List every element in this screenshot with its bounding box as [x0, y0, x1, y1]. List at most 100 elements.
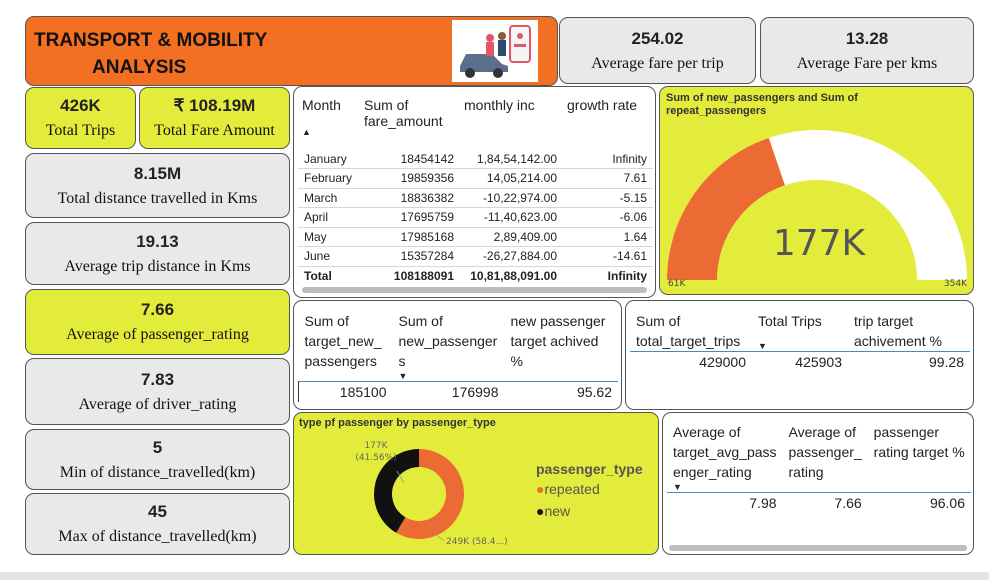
cell-growth: -5.15	[563, 188, 653, 208]
table-row[interactable]: January 18454142 1,84,54,142.00 Infinity	[298, 149, 653, 169]
col-header-label: Average of passenger_ rating	[788, 424, 862, 480]
header-banner: TRANSPORT & MOBILITY ANALYSIS	[25, 16, 558, 86]
kpi-avg-driver-rating[interactable]: 7.83 Average of driver_rating	[25, 358, 290, 425]
cell-total-fare: 108188091	[393, 269, 454, 283]
kpi-value: 7.83	[140, 369, 175, 389]
cell-growth: 1.64	[563, 227, 653, 247]
col-header-sum-fare[interactable]: Sum of fare_amount	[360, 97, 460, 149]
cell-month: June	[298, 246, 360, 267]
cell-fare: 18454142	[360, 149, 460, 169]
kpi-avg-fare-per-km[interactable]: 13.28 Average Fare per kms	[760, 17, 974, 84]
cell-target-rating: 7.98	[749, 495, 777, 511]
table-row[interactable]: February 19859356 14,05,214.00 7.61	[298, 168, 653, 189]
cell-growth: -14.61	[563, 246, 653, 267]
table-row[interactable]: May 17985168 2,89,409.00 1.64	[298, 227, 653, 247]
col-header-passenger-rating[interactable]: Average of passenger_ rating	[783, 422, 868, 493]
kpi-total-trips[interactable]: 426K Total Trips	[25, 87, 136, 149]
col-header-total-trips[interactable]: Total Trips ▼	[752, 311, 848, 352]
passenger-rating-target-table[interactable]: Average of target_avg_pass enger_rating …	[662, 412, 974, 555]
col-header-trip-achievement[interactable]: trip target achivement %	[848, 311, 970, 352]
col-header-new-passenger-achieved[interactable]: new passenger target achived %	[505, 311, 619, 382]
ride-app-illustration	[452, 20, 538, 82]
cell-passenger-rating: 7.66	[834, 495, 862, 511]
horizontal-scrollbar[interactable]	[669, 545, 967, 551]
cell-total-inc: 10,81,88,091.00	[470, 269, 557, 283]
table-row[interactable]: 185100 176998 95.62	[298, 381, 618, 402]
passenger-type-donut-card[interactable]: type pf passenger by passenger_type 177K…	[293, 412, 659, 555]
kpi-min-distance[interactable]: 5 Min of distance_travelled(km)	[25, 429, 290, 490]
col-header-target-new-passengers[interactable]: Sum of target_new_ passengers	[299, 311, 393, 382]
cell-monthly-inc: 2,89,409.00	[460, 227, 563, 247]
kpi-value: 5	[152, 437, 163, 457]
col-header-target-rating[interactable]: Average of target_avg_pass enger_rating …	[667, 422, 783, 493]
trip-target-table[interactable]: Sum of total_target_trips Total Trips ▼ …	[625, 300, 974, 410]
kpi-avg-trip-distance[interactable]: 19.13 Average trip distance in Kms	[25, 222, 290, 285]
col-header-label: passenger rating target %	[873, 424, 965, 460]
kpi-label: Total Fare Amount	[154, 122, 275, 139]
cell-growth: Infinity	[563, 149, 653, 169]
kpi-label: Average Fare per kms	[796, 54, 938, 72]
gauge-min-label: 61K	[668, 279, 686, 289]
legend-title: passenger_type	[536, 461, 643, 477]
col-header-rating-target[interactable]: passenger rating target %	[868, 422, 971, 493]
cell-fare: 15357284	[360, 246, 460, 267]
sort-desc-icon[interactable]: ▼	[758, 341, 842, 351]
kpi-max-distance[interactable]: 45 Max of distance_travelled(km)	[25, 493, 290, 555]
col-header-label: Sum of total_target_trips	[636, 313, 741, 349]
donut-label-new-value: 177K (41.56%)	[355, 441, 396, 463]
kpi-avg-fare-per-trip[interactable]: 254.02 Average fare per trip	[559, 17, 756, 84]
dashboard-title: TRANSPORT & MOBILITY ANALYSIS	[34, 27, 267, 81]
cell-rating-target: 96.06	[929, 495, 965, 511]
passenger-gauge-card[interactable]: Sum of new_passengers and Sum of repeat_…	[659, 86, 974, 295]
horizontal-scrollbar[interactable]	[302, 287, 647, 293]
cell-monthly-inc: -26,27,884.00	[460, 246, 563, 267]
gauge-max-label: 354K	[944, 279, 968, 289]
cell-month: May	[298, 227, 360, 247]
data-label: 177K	[364, 441, 388, 451]
col-header-label: Month	[302, 97, 341, 113]
cell-total-growth: Infinity	[607, 269, 647, 283]
monthly-fare-table[interactable]: Month ▲ Sum of fare_amount monthly inc g…	[293, 86, 656, 298]
kpi-value: 426K	[60, 96, 101, 115]
legend-item-repeated[interactable]: ●repeated	[536, 481, 643, 497]
col-header-growth-rate[interactable]: growth rate	[563, 97, 653, 149]
donut-label-repeated-value: 249K (58.4...)	[446, 537, 508, 547]
kpi-total-fare-amount[interactable]: ₹ 108.19M Total Fare Amount	[139, 87, 290, 149]
table-row[interactable]: June 15357284 -26,27,884.00 -14.61	[298, 246, 653, 267]
col-header-month[interactable]: Month ▲	[298, 97, 360, 149]
table-row[interactable]: March 18836382 -10,22,974.00 -5.15	[298, 188, 653, 208]
table-row[interactable]: 7.98 7.66 96.06	[667, 492, 971, 514]
gauge-chart: 177K 61K 354K	[667, 129, 968, 289]
bottom-bar	[0, 572, 989, 580]
kpi-value: 7.66	[140, 300, 175, 319]
kpi-total-distance[interactable]: 8.15M Total distance travelled in Kms	[25, 153, 290, 218]
kpi-value: ₹ 108.19M	[173, 96, 256, 115]
cell-fare: 17695759	[360, 207, 460, 228]
col-header-new-passengers[interactable]: Sum of new_passenger s ▼	[393, 311, 505, 382]
sort-desc-icon[interactable]: ▼	[399, 371, 499, 381]
cell-target-new: 185100	[298, 381, 393, 402]
col-header-target-trips[interactable]: Sum of total_target_trips	[630, 311, 752, 352]
new-passenger-target-table[interactable]: Sum of target_new_ passengers Sum of new…	[293, 300, 622, 410]
cell-fare: 17985168	[360, 227, 460, 247]
table-row[interactable]: April 17695759 -11,40,623.00 -6.06	[298, 207, 653, 228]
kpi-avg-passenger-rating[interactable]: 7.66 Average of passenger_rating	[25, 289, 290, 355]
col-header-monthly-inc[interactable]: monthly inc	[460, 97, 563, 149]
cell-month: January	[298, 149, 360, 169]
kpi-label: Max of distance_travelled(km)	[58, 528, 257, 545]
kpi-label: Average trip distance in Kms	[64, 257, 251, 275]
table-total-row: Total 108188091 10,81,88,091.00 Infinity	[298, 266, 653, 286]
sort-asc-icon[interactable]: ▲	[302, 127, 356, 137]
col-header-label: trip target achivement %	[854, 313, 942, 349]
sort-desc-icon[interactable]: ▼	[673, 482, 777, 492]
table-row[interactable]: 429000 425903 99.28	[630, 351, 970, 373]
kpi-label: Total distance travelled in Kms	[57, 189, 258, 207]
legend-item-new[interactable]: ●new	[536, 503, 643, 519]
cell-month: February	[298, 168, 360, 189]
col-header-label: Average of target_avg_pass enger_rating	[673, 424, 777, 480]
cell-growth: -6.06	[563, 207, 653, 228]
col-header-label: Total Trips	[758, 313, 822, 329]
kpi-label: Min of distance_travelled(km)	[59, 463, 256, 481]
dashboard-title-line1: TRANSPORT & MOBILITY	[34, 30, 268, 51]
cell-monthly-inc: -10,22,974.00	[460, 188, 563, 208]
